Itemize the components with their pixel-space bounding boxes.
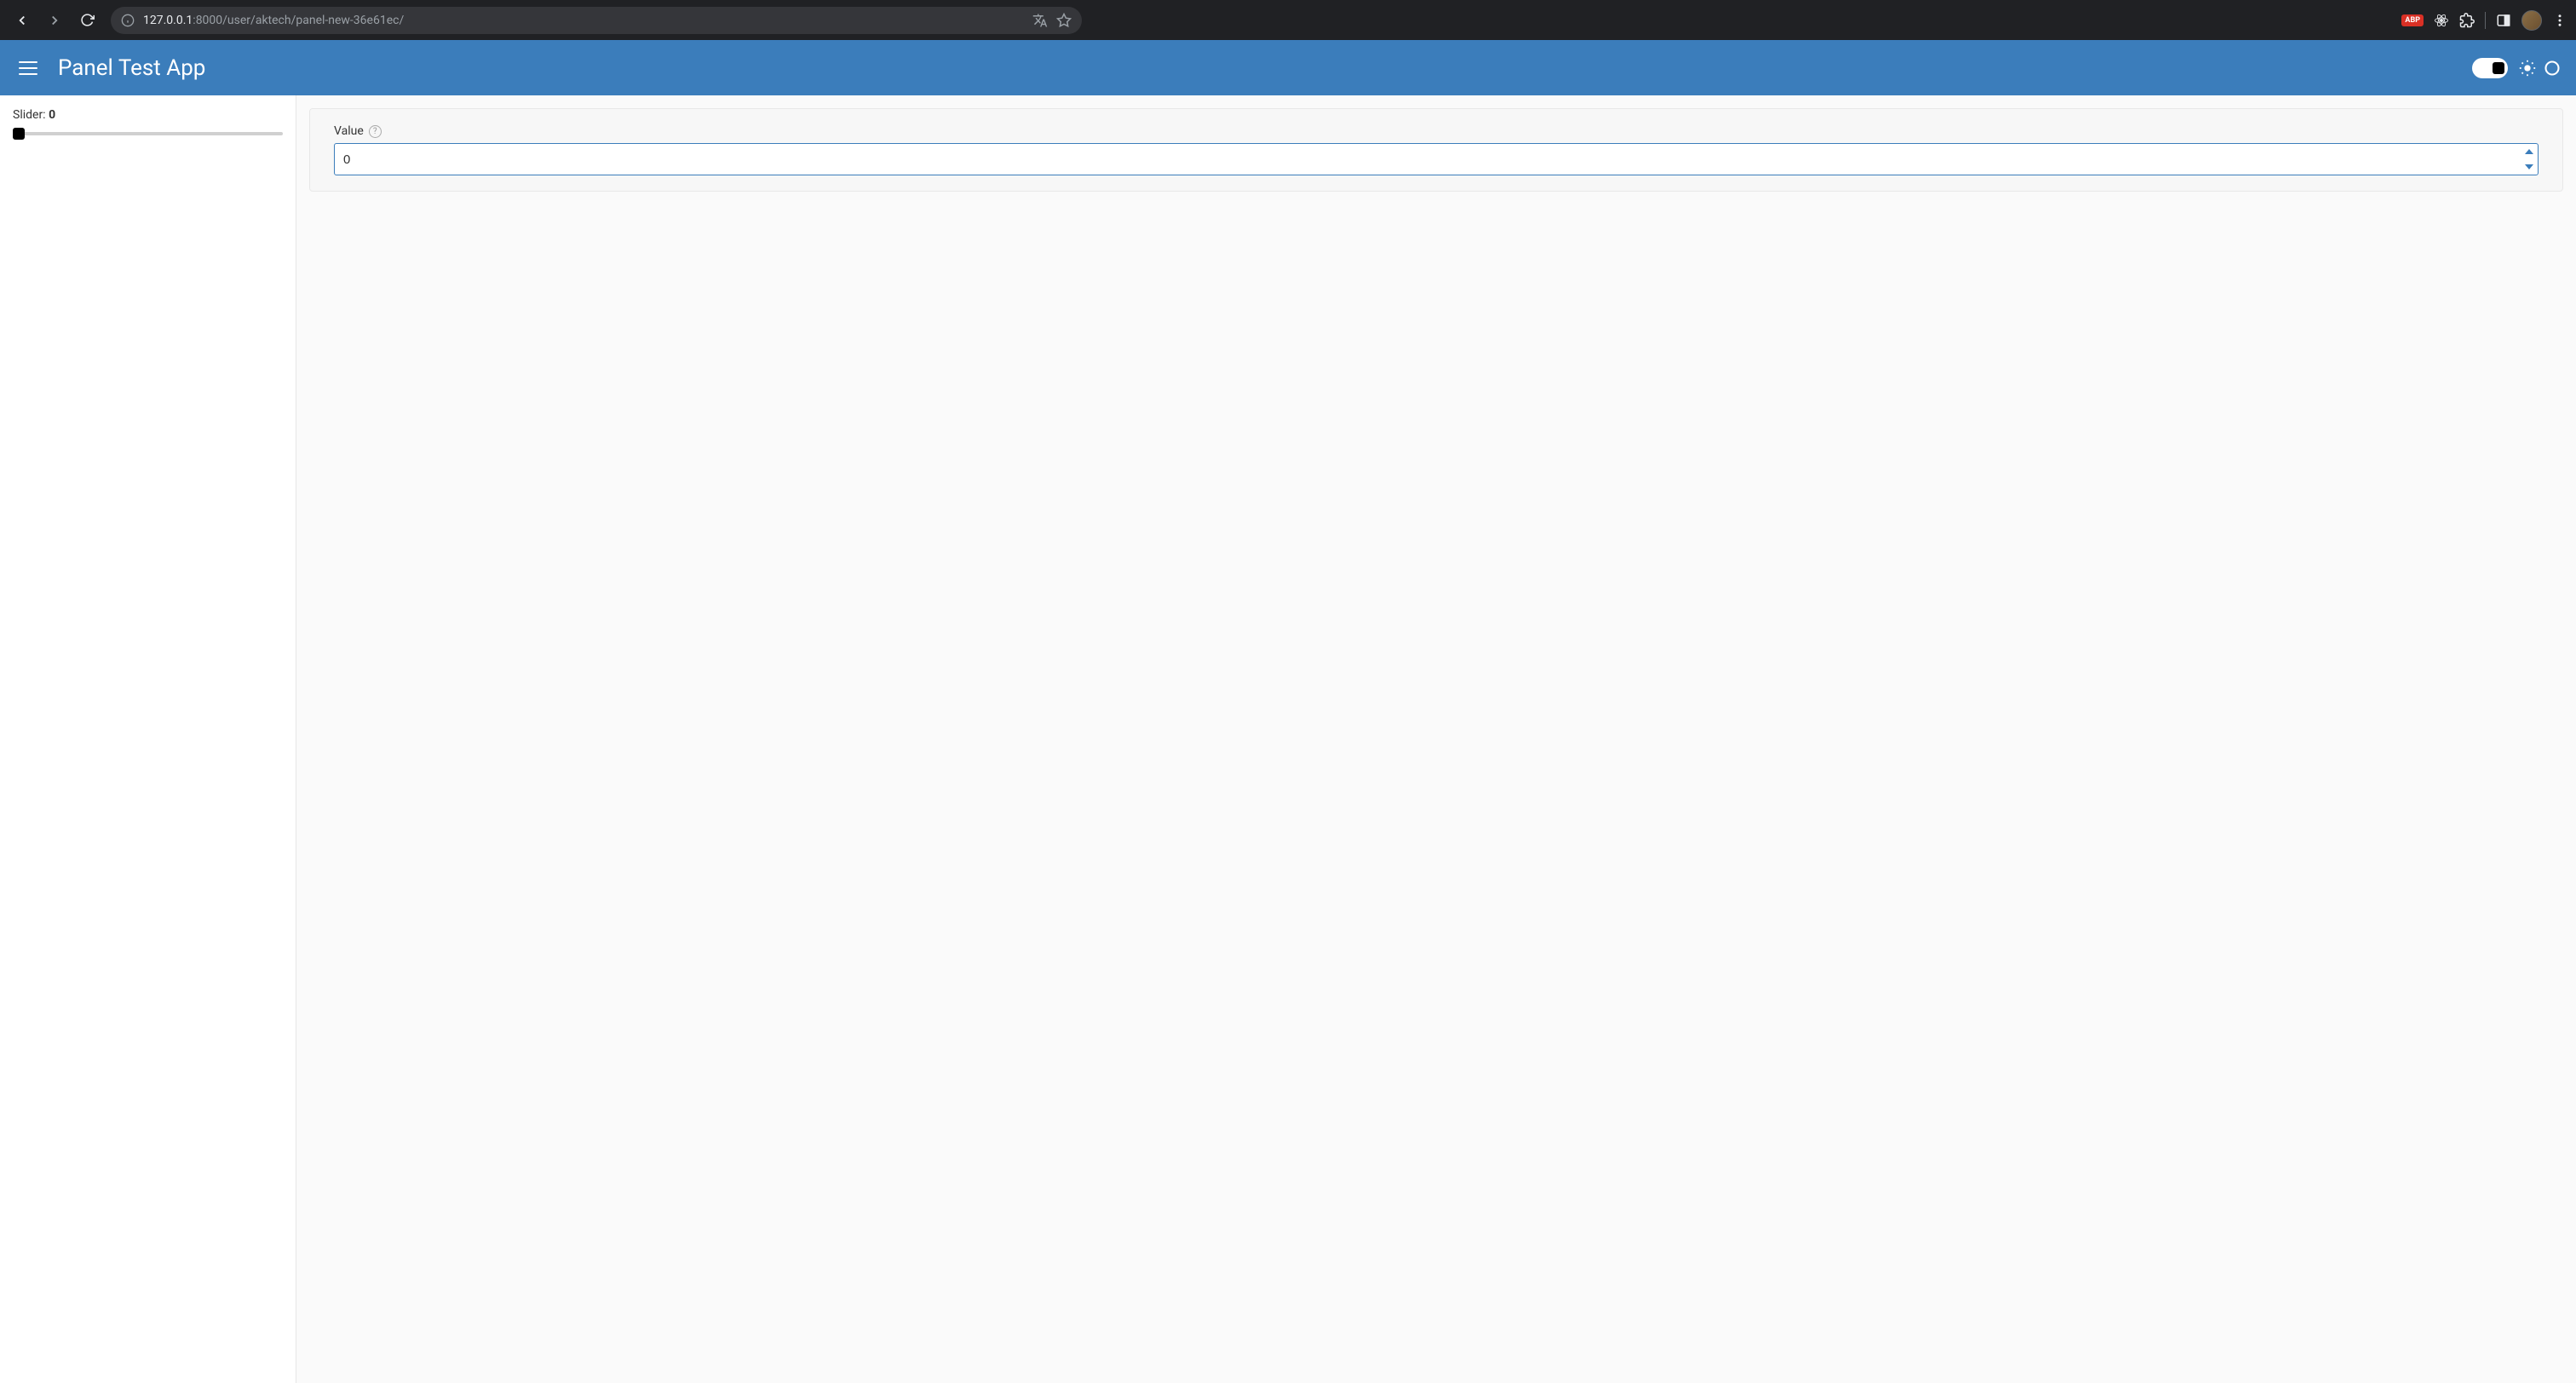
url-bar[interactable]: 127.0.0.1:8000/user/aktech/panel-new-36e…	[111, 7, 1082, 34]
slider-track-line	[13, 132, 283, 135]
chrome-menu-icon[interactable]	[2552, 13, 2567, 28]
slider[interactable]	[13, 127, 283, 141]
profile-avatar[interactable]	[2521, 10, 2542, 31]
url-host: 127.0.0.1	[143, 14, 193, 27]
slider-value: 0	[49, 108, 55, 122]
bookmark-star-icon[interactable]	[1056, 13, 1072, 28]
value-input[interactable]	[334, 143, 2539, 175]
main-area: Value ?	[296, 95, 2576, 1383]
sidepanel-icon[interactable]	[2496, 13, 2511, 28]
circle-icon	[2544, 60, 2561, 77]
value-label: Value	[334, 124, 364, 138]
value-label-row: Value ?	[334, 124, 2539, 138]
help-icon[interactable]: ?	[369, 125, 382, 138]
value-card: Value ?	[309, 108, 2563, 192]
hamburger-menu-button[interactable]	[15, 58, 41, 78]
slider-label-text: Slider:	[13, 108, 49, 122]
forward-button[interactable]	[41, 7, 68, 34]
value-input-wrap	[334, 143, 2539, 175]
divider	[2485, 12, 2486, 29]
url-path: :8000/user/aktech/panel-new-36e61ec/	[193, 14, 404, 27]
app-title: Panel Test App	[58, 55, 205, 81]
app-header: Panel Test App	[0, 40, 2576, 95]
content: Slider: 0 Value ?	[0, 95, 2576, 1383]
browser-chrome: 127.0.0.1:8000/user/aktech/panel-new-36e…	[0, 0, 2576, 40]
url-text: 127.0.0.1:8000/user/aktech/panel-new-36e…	[143, 14, 404, 27]
extensions-icon[interactable]	[2459, 13, 2475, 28]
info-icon	[121, 14, 135, 27]
translate-icon[interactable]	[1032, 13, 1048, 28]
abp-extension[interactable]: ABP	[2401, 14, 2424, 26]
sidebar: Slider: 0	[0, 95, 296, 1383]
back-button[interactable]	[9, 7, 36, 34]
reload-button[interactable]	[73, 7, 101, 34]
stepper-up-button[interactable]	[2521, 144, 2538, 159]
theme-toggle[interactable]	[2472, 58, 2508, 78]
react-devtools-icon[interactable]	[2434, 13, 2449, 28]
slider-label: Slider: 0	[13, 108, 283, 122]
sun-icon	[2518, 59, 2537, 77]
toggle-knob	[2493, 62, 2504, 74]
stepper-down-button[interactable]	[2521, 159, 2538, 175]
slider-handle[interactable]	[13, 128, 25, 140]
